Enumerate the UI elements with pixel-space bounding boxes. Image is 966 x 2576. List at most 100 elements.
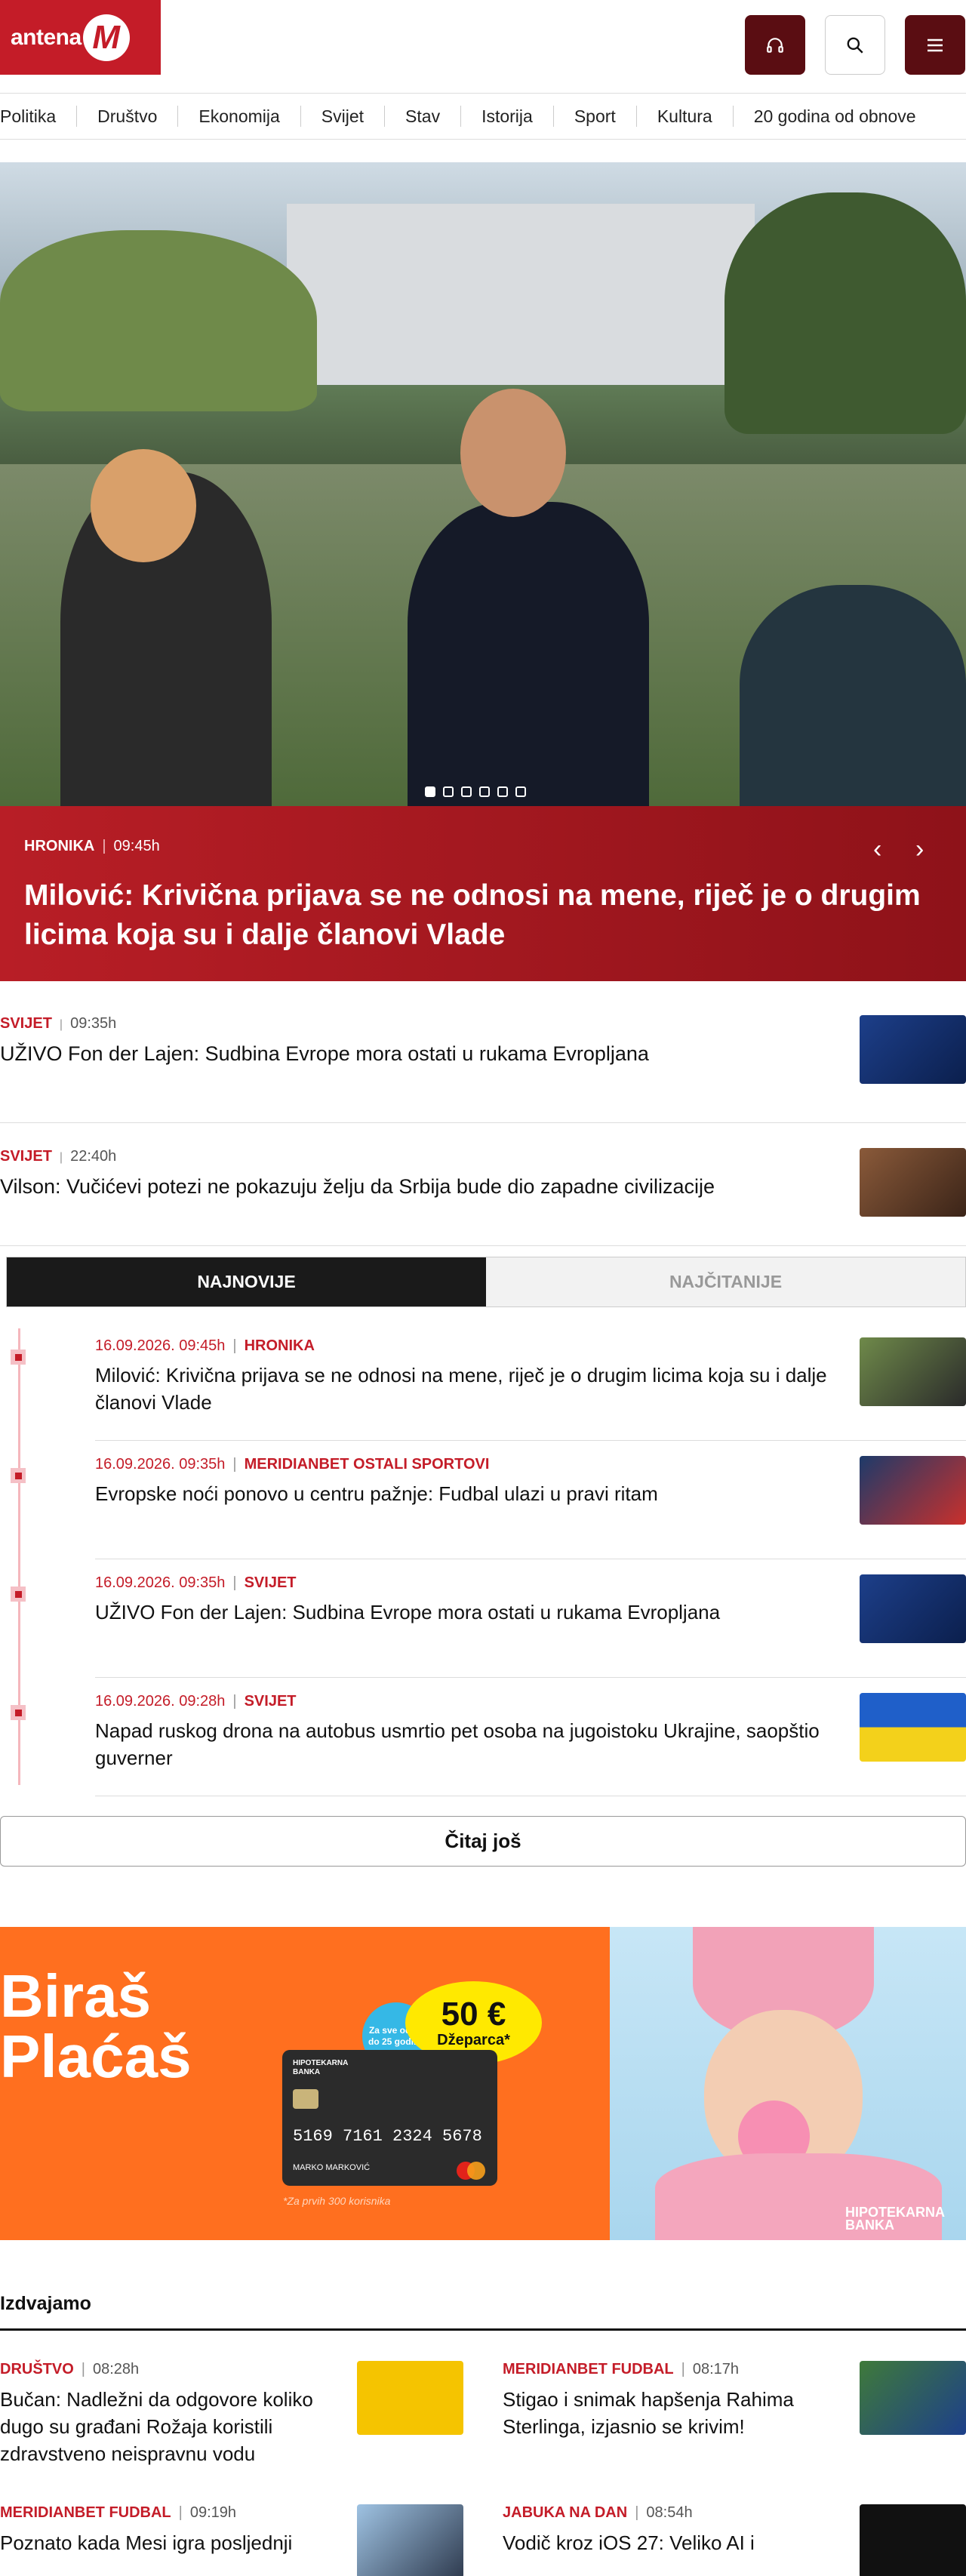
featured-thumbnail[interactable] [357, 2504, 463, 2576]
story-category[interactable]: SVIJET [0, 1015, 52, 1032]
timeline-title[interactable]: Milović: Krivična prijava se ne odnosi n… [95, 1362, 835, 1416]
timeline-marker [11, 1350, 26, 1365]
featured-category[interactable]: MERIDIANBET FUDBAL [0, 2504, 171, 2521]
menu-button[interactable] [905, 15, 965, 75]
featured-title[interactable]: Bučan: Nadležni da odgovore koliko dugo … [0, 2386, 332, 2467]
nav-20-godina[interactable]: 20 godina od obnove [734, 106, 937, 127]
timeline-title[interactable]: Evropske noći ponovo u centru pažnje: Fu… [95, 1480, 835, 1507]
featured-time: 08:28h [93, 2361, 140, 2377]
timeline-category[interactable]: SVIJET [245, 1574, 297, 1591]
featured-category[interactable]: MERIDIANBET FUDBAL [503, 2361, 674, 2377]
nav-ekonomija[interactable]: Ekonomija [178, 106, 301, 127]
featured-heading: Izdvajamo [0, 2293, 966, 2331]
featured-thumbnail[interactable] [357, 2361, 463, 2435]
timeline-marker [11, 1587, 26, 1602]
timeline-title[interactable]: Napad ruskog drona na autobus usmrtio pe… [95, 1717, 835, 1771]
featured-item[interactable]: DRUŠTVO | 08:28h Bučan: Nadležni da odgovo… [0, 2361, 463, 2504]
story-thumbnail[interactable] [860, 1015, 966, 1084]
featured-thumbnail[interactable] [860, 2504, 966, 2576]
featured-title[interactable]: Poznato kada Mesi igra posljednji [0, 2529, 332, 2556]
story-item[interactable]: SVIJET | 22:40h Vilson: Vučićevi potezi ne… [0, 1123, 966, 1246]
nav-svijet[interactable]: Svijet [301, 106, 386, 127]
timeline-thumbnail[interactable] [860, 1574, 966, 1643]
hero-slider: HRONIKA | 09:45h ‹ › Milović: Krivična pri… [0, 162, 966, 981]
slide-dot-2[interactable] [443, 786, 454, 797]
featured-title[interactable]: Stigao i snimak hapšenja Rahima Sterling… [503, 2386, 835, 2440]
person-shape-3 [740, 585, 966, 806]
timeline-item[interactable]: 16.09.2026. 09:35h | MERIDIANBET OSTALI SP… [11, 1441, 966, 1559]
nav-istorija[interactable]: Istorija [461, 106, 554, 127]
timeline-meta: 16.09.2026. 09:45h | HRONIKA [95, 1337, 315, 1354]
featured-grid: DRUŠTVO | 08:28h Bučan: Nadležni da odgovo… [0, 2361, 966, 2576]
timeline-marker [11, 1705, 26, 1720]
tab-most-read[interactable]: NAJČITANIJE [486, 1257, 965, 1306]
story-category[interactable]: SVIJET [0, 1148, 52, 1165]
headphones-icon [767, 37, 783, 53]
person-head-shape [91, 449, 196, 562]
timeline-date: 16.09.2026. 09:45h [95, 1337, 226, 1354]
timeline-category[interactable]: MERIDIANBET OSTALI SPORTOVI [245, 1456, 490, 1473]
nav-politika[interactable]: Politika [0, 106, 78, 127]
timeline-item[interactable]: 16.09.2026. 09:28h | SVIJET Napad ruskog d… [11, 1678, 966, 1796]
read-more-button[interactable]: Čitaj još [0, 1816, 966, 1867]
nav-drustvo[interactable]: Društvo [77, 106, 179, 127]
tree-shape-right [724, 192, 966, 434]
timeline-item[interactable]: 16.09.2026. 09:45h | HRONIKA Milović: Kriv… [11, 1322, 966, 1441]
slider-dots [425, 786, 526, 797]
search-icon [847, 37, 863, 54]
audio-button[interactable] [745, 15, 805, 75]
tab-latest[interactable]: NAJNOVIJE [7, 1257, 486, 1306]
featured-time: 08:54h [646, 2504, 693, 2521]
site-logo[interactable]: antena M [0, 0, 161, 75]
timeline-item[interactable]: 16.09.2026. 09:35h | SVIJET UŽIVO Fon der … [11, 1559, 966, 1678]
timeline-title[interactable]: UŽIVO Fon der Lajen: Sudbina Evrope mora… [95, 1599, 835, 1626]
timeline-thumbnail[interactable] [860, 1456, 966, 1525]
hero-caption[interactable]: HRONIKA | 09:45h ‹ › Milović: Krivična pri… [0, 806, 966, 981]
slide-dot-6[interactable] [515, 786, 526, 797]
tree-shape [0, 230, 317, 411]
nav-sport[interactable]: Sport [554, 106, 637, 127]
hero-time: 09:45h [113, 838, 160, 854]
featured-category[interactable]: JABUKA NA DAN [503, 2504, 627, 2521]
timeline-date: 16.09.2026. 09:28h [95, 1693, 226, 1710]
timeline-category[interactable]: HRONIKA [245, 1337, 315, 1354]
banner-bank-logo: HIPOTEKARNA BANKA [845, 2205, 945, 2233]
hero-title[interactable]: Milović: Krivična prijava se ne odnosi n… [24, 876, 945, 955]
featured-item[interactable]: JABUKA NA DAN | 08:54h Vodič kroz iOS 27: … [503, 2504, 966, 2576]
story-title[interactable]: UŽIVO Fon der Lajen: Sudbina Evrope mora… [0, 1040, 815, 1067]
featured-item[interactable]: MERIDIANBET FUDBAL | 09:19h Poznato kada M… [0, 2504, 463, 2576]
story-thumbnail[interactable] [860, 1148, 966, 1217]
featured-item[interactable]: MERIDIANBET FUDBAL | 08:17h Stigao i snima… [503, 2361, 966, 2504]
featured-category[interactable]: DRUŠTVO [0, 2361, 74, 2377]
featured-title[interactable]: Vodič kroz iOS 27: Veliko AI i [503, 2529, 835, 2556]
site-header: antena M [0, 0, 966, 94]
hero-image[interactable] [0, 162, 966, 806]
timeline-marker [11, 1468, 26, 1483]
story-item[interactable]: SVIJET | 09:35h UŽIVO Fon der Lajen: Sudbi… [0, 1000, 966, 1123]
featured-thumbnail[interactable] [860, 2361, 966, 2435]
main-nav: Politika Društvo Ekonomija Svijet Stav I… [0, 94, 966, 140]
slide-dot-5[interactable] [497, 786, 508, 797]
person-shape-2 [408, 502, 649, 806]
hamburger-menu-icon [928, 38, 943, 51]
slide-dot-1[interactable] [425, 786, 435, 797]
banner-amount-label: Džeparca* [437, 2031, 510, 2048]
nav-stav[interactable]: Stav [385, 106, 462, 127]
timeline-thumbnail[interactable] [860, 1337, 966, 1406]
nav-kultura[interactable]: Kultura [637, 106, 734, 127]
building-shape [287, 204, 755, 385]
banner-card: HIPOTEKARNA BANKA 5169 7161 2324 5678 MA… [282, 2050, 497, 2186]
slide-dot-4[interactable] [479, 786, 490, 797]
timeline-date: 16.09.2026. 09:35h [95, 1574, 226, 1591]
slide-dot-3[interactable] [461, 786, 472, 797]
story-title[interactable]: Vilson: Vučićevi potezi ne pokazuju želj… [0, 1173, 815, 1200]
card-chip [293, 2089, 318, 2109]
story-list: SVIJET | 09:35h UŽIVO Fon der Lajen: Sudbi… [0, 1000, 966, 1246]
ad-banner[interactable]: Biraš Plaćaš Za sve od 15 do 25 godina 5… [0, 1927, 966, 2240]
timeline-category[interactable]: SVIJET [245, 1693, 297, 1710]
prev-arrow-icon[interactable]: ‹ [873, 835, 881, 864]
hero-category[interactable]: HRONIKA [24, 838, 94, 854]
timeline-thumbnail[interactable] [860, 1693, 966, 1762]
search-button[interactable] [825, 15, 885, 75]
next-arrow-icon[interactable]: › [915, 835, 924, 864]
